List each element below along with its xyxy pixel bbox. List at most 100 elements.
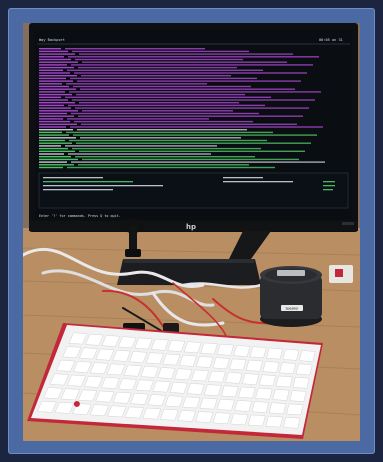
console-footer-line [223, 181, 293, 183]
console-line [78, 115, 303, 117]
keyboard [27, 323, 323, 439]
console-line [39, 50, 68, 53]
console-line [39, 153, 64, 155]
console-line [39, 58, 71, 61]
console-line [39, 120, 70, 123]
console-line [79, 102, 239, 104]
console-footer-line [323, 189, 333, 191]
keyboard-key [203, 384, 222, 396]
console-line [79, 53, 293, 55]
console-line [72, 147, 261, 150]
console-line [39, 107, 71, 109]
console-line [74, 120, 253, 123]
console-line [71, 112, 259, 115]
console-line [39, 83, 62, 85]
console-line [39, 93, 72, 96]
keyboard-key [258, 374, 276, 387]
console-line [71, 64, 313, 66]
keyboard-key [225, 372, 243, 384]
console-line [39, 129, 73, 131]
console-line [39, 139, 65, 142]
screen-header-right: 00:05 on 31 [319, 38, 343, 42]
monitor: Wqy Backport 00:05 on 31 Enter '?' for c… [29, 23, 358, 232]
console-line [71, 161, 325, 163]
console-line [39, 75, 77, 77]
console-line [39, 158, 78, 161]
console-footer-line [43, 185, 163, 187]
console-line [68, 153, 211, 155]
console-line [72, 99, 315, 101]
speaker-label: Speaker [286, 307, 300, 311]
console-line [67, 118, 209, 120]
console-line [82, 110, 233, 112]
console-line [76, 93, 245, 96]
console-line [77, 80, 301, 82]
console-line [39, 112, 67, 115]
console-line [69, 139, 267, 142]
console-line [39, 64, 67, 66]
console-line [39, 77, 66, 80]
console-line [39, 104, 64, 107]
keyboard-key [268, 402, 287, 415]
console-line [70, 126, 323, 128]
console-line [67, 69, 263, 71]
console-line [72, 50, 249, 53]
keyboard-key [289, 390, 307, 402]
console-line [39, 88, 76, 90]
console-line [39, 161, 67, 163]
console-line [68, 104, 265, 107]
console-line [69, 91, 321, 93]
console-line [77, 129, 247, 131]
console-line [39, 69, 63, 71]
console-line [39, 118, 63, 120]
keyboard-key [299, 350, 316, 362]
console-line [39, 91, 65, 93]
raspberry-logo-icon [73, 400, 80, 407]
console-line [39, 137, 76, 139]
console-line [73, 85, 251, 88]
console-line [39, 110, 78, 112]
console-line [65, 145, 217, 147]
console-line [39, 156, 71, 158]
console-line [39, 142, 72, 144]
keyboard-key [286, 403, 304, 416]
keyboard-key [247, 414, 266, 427]
keyboard-key [212, 412, 231, 425]
console-line [65, 96, 271, 98]
console-line [66, 83, 207, 85]
console-line [75, 58, 243, 61]
console-line [39, 99, 68, 101]
console-footer-line [43, 189, 113, 191]
console-footer-line [323, 185, 335, 187]
console-line [75, 107, 309, 109]
keyboard-key [182, 396, 201, 409]
keyboard-key [282, 348, 300, 361]
console-line [39, 102, 75, 104]
console-line [78, 66, 237, 69]
keyboard-key [238, 386, 256, 399]
keyboard-key [272, 389, 290, 401]
console-footer-line [323, 181, 335, 183]
console-line [80, 88, 295, 90]
keyboard-key [262, 361, 280, 373]
console-line [39, 166, 63, 169]
keyboard-key [275, 375, 293, 388]
keyboard-key [255, 387, 273, 400]
console-footer-line [223, 177, 263, 179]
console-line [82, 158, 299, 161]
keyboard-key [241, 373, 260, 385]
keyboard-key [216, 398, 235, 411]
console-line [39, 72, 70, 74]
keyboard-key [279, 362, 296, 374]
console-line [39, 123, 77, 125]
keyboard-key [177, 410, 196, 422]
console-line [68, 56, 319, 58]
keyboard-key [212, 357, 230, 370]
console-line [66, 131, 273, 134]
keyboard-key [220, 385, 239, 398]
speaker: Speaker [260, 266, 322, 327]
console-line [74, 72, 307, 74]
keyboard-key [195, 411, 214, 423]
console-line [39, 66, 74, 69]
console-footer-line [43, 177, 103, 179]
